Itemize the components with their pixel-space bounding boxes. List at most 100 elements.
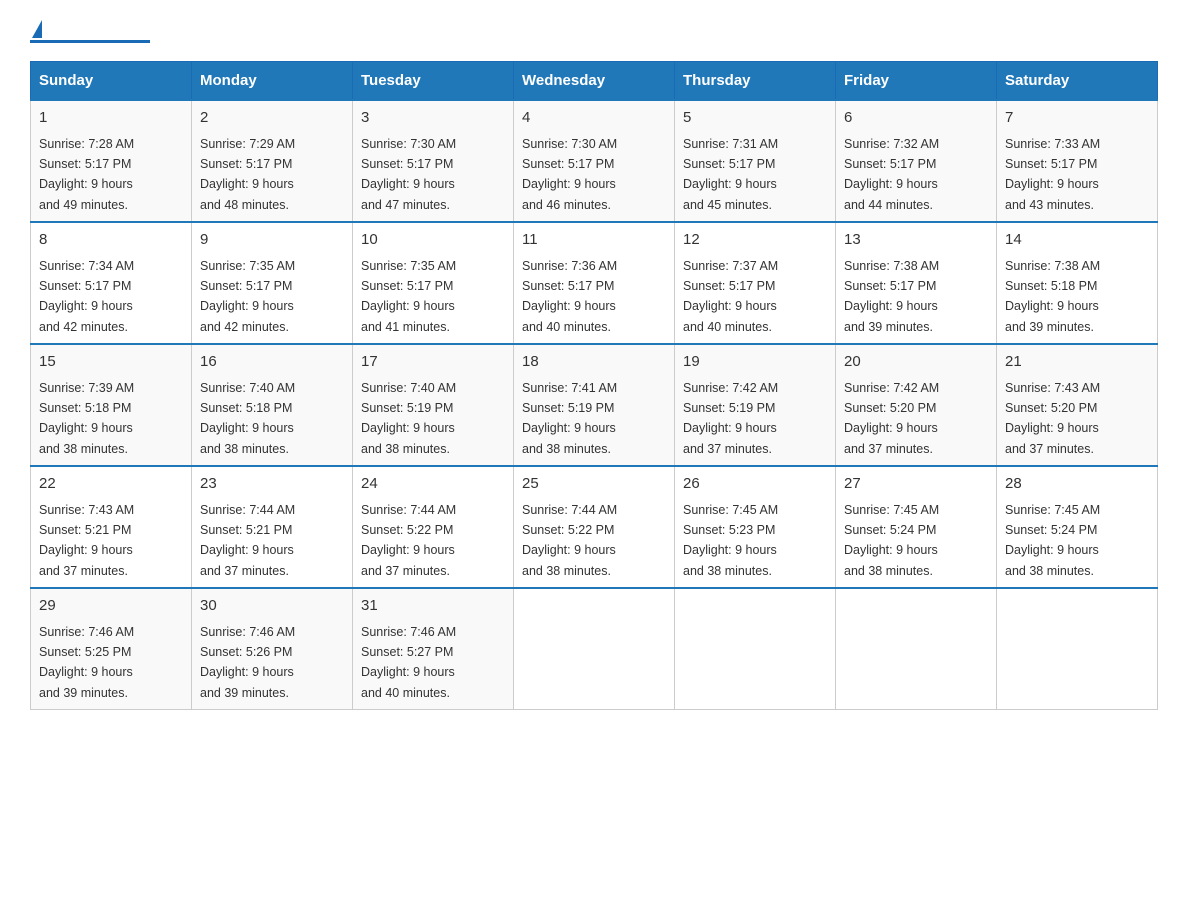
calendar-cell: 16 Sunrise: 7:40 AMSunset: 5:18 PMDayligh… (192, 344, 353, 466)
day-number: 8 (39, 229, 183, 252)
day-info: Sunrise: 7:44 AMSunset: 5:22 PMDaylight:… (361, 503, 456, 578)
day-number: 6 (844, 107, 988, 130)
day-number: 16 (200, 351, 344, 374)
day-info: Sunrise: 7:45 AMSunset: 5:24 PMDaylight:… (1005, 503, 1100, 578)
logo-underline (30, 40, 150, 43)
calendar-cell: 2 Sunrise: 7:29 AMSunset: 5:17 PMDaylight… (192, 100, 353, 222)
logo (30, 20, 150, 43)
day-number: 1 (39, 107, 183, 130)
header-monday: Monday (192, 62, 353, 101)
calendar-cell: 18Sunrise: 7:41 AMSunset: 5:19 PMDayligh… (514, 344, 675, 466)
day-info: Sunrise: 7:35 AMSunset: 5:17 PMDaylight:… (200, 259, 295, 334)
day-info: Sunrise: 7:34 AMSunset: 5:17 PMDaylight:… (39, 259, 134, 334)
calendar-cell: 21 Sunrise: 7:43 AMSunset: 5:20 PMDayligh… (997, 344, 1158, 466)
calendar-cell: 31 Sunrise: 7:46 AMSunset: 5:27 PMDayligh… (353, 588, 514, 710)
day-number: 20 (844, 351, 988, 374)
calendar-cell: 23 Sunrise: 7:44 AMSunset: 5:21 PMDayligh… (192, 466, 353, 588)
day-info: Sunrise: 7:42 AMSunset: 5:20 PMDaylight:… (844, 381, 939, 456)
day-number: 18 (522, 351, 666, 374)
day-info: Sunrise: 7:35 AMSunset: 5:17 PMDaylight:… (361, 259, 456, 334)
calendar-cell: 1 Sunrise: 7:28 AMSunset: 5:17 PMDaylight… (31, 100, 192, 222)
day-info: Sunrise: 7:46 AMSunset: 5:25 PMDaylight:… (39, 625, 134, 700)
calendar-cell: 24 Sunrise: 7:44 AMSunset: 5:22 PMDayligh… (353, 466, 514, 588)
calendar-cell: 12Sunrise: 7:37 AMSunset: 5:17 PMDayligh… (675, 222, 836, 344)
calendar-cell: 3Sunrise: 7:30 AMSunset: 5:17 PMDaylight… (353, 100, 514, 222)
day-info: Sunrise: 7:44 AMSunset: 5:22 PMDaylight:… (522, 503, 617, 578)
day-info: Sunrise: 7:43 AMSunset: 5:20 PMDaylight:… (1005, 381, 1100, 456)
calendar-cell: 7 Sunrise: 7:33 AMSunset: 5:17 PMDaylight… (997, 100, 1158, 222)
day-info: Sunrise: 7:29 AMSunset: 5:17 PMDaylight:… (200, 137, 295, 212)
logo-triangle-icon (32, 20, 42, 38)
day-number: 4 (522, 107, 666, 130)
calendar-cell: 26 Sunrise: 7:45 AMSunset: 5:23 PMDayligh… (675, 466, 836, 588)
day-info: Sunrise: 7:45 AMSunset: 5:23 PMDaylight:… (683, 503, 778, 578)
page-header (30, 20, 1158, 43)
calendar-cell: 5Sunrise: 7:31 AMSunset: 5:17 PMDaylight… (675, 100, 836, 222)
day-number: 11 (522, 229, 666, 252)
day-info: Sunrise: 7:44 AMSunset: 5:21 PMDaylight:… (200, 503, 295, 578)
day-info: Sunrise: 7:36 AMSunset: 5:17 PMDaylight:… (522, 259, 617, 334)
day-number: 21 (1005, 351, 1149, 374)
day-number: 2 (200, 107, 344, 130)
day-number: 25 (522, 473, 666, 496)
calendar-week-5: 29Sunrise: 7:46 AMSunset: 5:25 PMDayligh… (31, 588, 1158, 710)
day-number: 22 (39, 473, 183, 496)
calendar-cell: 15 Sunrise: 7:39 AMSunset: 5:18 PMDayligh… (31, 344, 192, 466)
calendar-cell: 22 Sunrise: 7:43 AMSunset: 5:21 PMDayligh… (31, 466, 192, 588)
calendar-cell (675, 588, 836, 710)
header-thursday: Thursday (675, 62, 836, 101)
calendar-cell: 13 Sunrise: 7:38 AMSunset: 5:17 PMDayligh… (836, 222, 997, 344)
day-info: Sunrise: 7:33 AMSunset: 5:17 PMDaylight:… (1005, 137, 1100, 212)
header-friday: Friday (836, 62, 997, 101)
calendar-week-1: 1 Sunrise: 7:28 AMSunset: 5:17 PMDaylight… (31, 100, 1158, 222)
calendar-cell: 25 Sunrise: 7:44 AMSunset: 5:22 PMDayligh… (514, 466, 675, 588)
calendar-cell: 8 Sunrise: 7:34 AMSunset: 5:17 PMDaylight… (31, 222, 192, 344)
day-info: Sunrise: 7:30 AMSunset: 5:17 PMDaylight:… (361, 137, 456, 212)
day-number: 14 (1005, 229, 1149, 252)
calendar-cell: 28 Sunrise: 7:45 AMSunset: 5:24 PMDayligh… (997, 466, 1158, 588)
day-number: 13 (844, 229, 988, 252)
calendar-cell: 14 Sunrise: 7:38 AMSunset: 5:18 PMDayligh… (997, 222, 1158, 344)
day-number: 23 (200, 473, 344, 496)
day-info: Sunrise: 7:46 AMSunset: 5:27 PMDaylight:… (361, 625, 456, 700)
calendar-cell: 11 Sunrise: 7:36 AMSunset: 5:17 PMDayligh… (514, 222, 675, 344)
day-info: Sunrise: 7:39 AMSunset: 5:18 PMDaylight:… (39, 381, 134, 456)
day-number: 28 (1005, 473, 1149, 496)
calendar-cell: 27Sunrise: 7:45 AMSunset: 5:24 PMDayligh… (836, 466, 997, 588)
calendar-table: SundayMondayTuesdayWednesdayThursdayFrid… (30, 61, 1158, 710)
day-info: Sunrise: 7:38 AMSunset: 5:18 PMDaylight:… (1005, 259, 1100, 334)
header-wednesday: Wednesday (514, 62, 675, 101)
calendar-week-2: 8 Sunrise: 7:34 AMSunset: 5:17 PMDaylight… (31, 222, 1158, 344)
day-number: 9 (200, 229, 344, 252)
header-row: SundayMondayTuesdayWednesdayThursdayFrid… (31, 62, 1158, 101)
day-info: Sunrise: 7:38 AMSunset: 5:17 PMDaylight:… (844, 259, 939, 334)
header-sunday: Sunday (31, 62, 192, 101)
day-number: 7 (1005, 107, 1149, 130)
day-number: 31 (361, 595, 505, 618)
day-info: Sunrise: 7:40 AMSunset: 5:19 PMDaylight:… (361, 381, 456, 456)
day-info: Sunrise: 7:30 AMSunset: 5:17 PMDaylight:… (522, 137, 617, 212)
calendar-cell (836, 588, 997, 710)
day-number: 12 (683, 229, 827, 252)
calendar-body: 1 Sunrise: 7:28 AMSunset: 5:17 PMDaylight… (31, 100, 1158, 710)
day-number: 26 (683, 473, 827, 496)
day-info: Sunrise: 7:43 AMSunset: 5:21 PMDaylight:… (39, 503, 134, 578)
calendar-cell: 6Sunrise: 7:32 AMSunset: 5:17 PMDaylight… (836, 100, 997, 222)
calendar-header: SundayMondayTuesdayWednesdayThursdayFrid… (31, 62, 1158, 101)
day-info: Sunrise: 7:45 AMSunset: 5:24 PMDaylight:… (844, 503, 939, 578)
header-tuesday: Tuesday (353, 62, 514, 101)
calendar-cell: 29Sunrise: 7:46 AMSunset: 5:25 PMDayligh… (31, 588, 192, 710)
day-number: 24 (361, 473, 505, 496)
day-info: Sunrise: 7:40 AMSunset: 5:18 PMDaylight:… (200, 381, 295, 456)
calendar-cell: 9 Sunrise: 7:35 AMSunset: 5:17 PMDaylight… (192, 222, 353, 344)
day-number: 19 (683, 351, 827, 374)
calendar-cell (514, 588, 675, 710)
day-number: 15 (39, 351, 183, 374)
calendar-cell: 20 Sunrise: 7:42 AMSunset: 5:20 PMDayligh… (836, 344, 997, 466)
header-saturday: Saturday (997, 62, 1158, 101)
calendar-cell: 17Sunrise: 7:40 AMSunset: 5:19 PMDayligh… (353, 344, 514, 466)
day-info: Sunrise: 7:28 AMSunset: 5:17 PMDaylight:… (39, 137, 134, 212)
day-number: 5 (683, 107, 827, 130)
day-info: Sunrise: 7:42 AMSunset: 5:19 PMDaylight:… (683, 381, 778, 456)
calendar-cell: 4 Sunrise: 7:30 AMSunset: 5:17 PMDaylight… (514, 100, 675, 222)
